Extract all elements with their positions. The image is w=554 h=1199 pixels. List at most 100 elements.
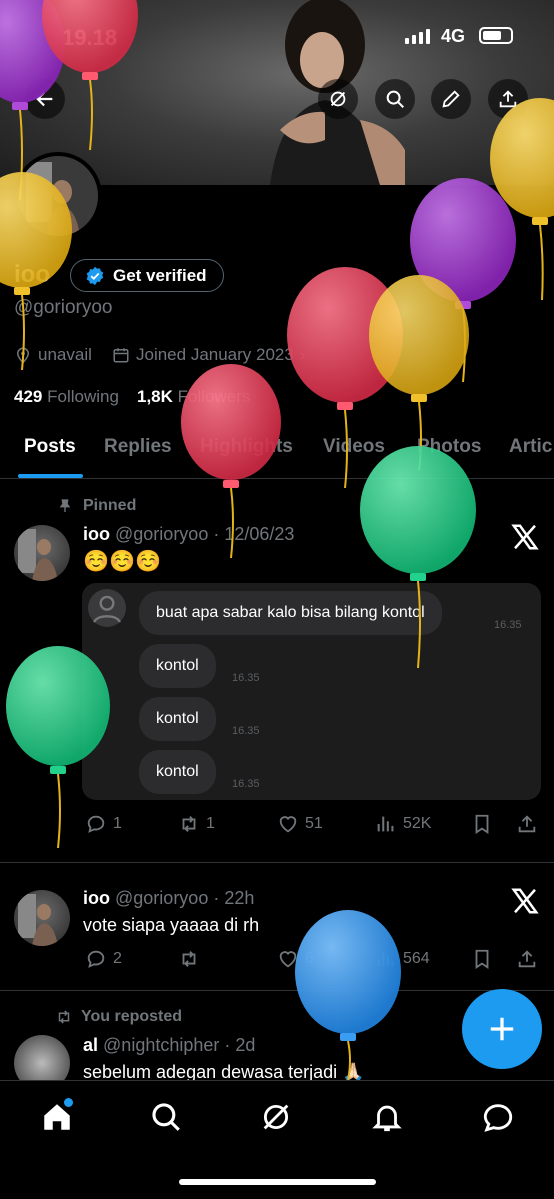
balloon-purple-right [410,178,516,383]
chat-screenshot-image[interactable]: buat apa sabar kalo bisa bilang kontol 1… [82,583,541,800]
bookmark-icon [475,949,489,969]
share-icon [499,90,517,108]
x-logo-icon[interactable] [510,522,540,552]
get-verified-button[interactable]: Get verified [70,259,224,292]
network-label: 4G [441,26,466,46]
x-logo-icon[interactable] [510,886,540,916]
pencil-icon [442,90,460,108]
tweet-dot: · [224,1035,231,1055]
repost-icon [182,816,196,832]
chat-bubble: buat apa sabar kalo bisa bilang kontol [139,591,442,635]
chat-avatar-icon [88,589,126,627]
chat-bubble: kontol [139,697,216,741]
reply-button[interactable]: 2 [85,948,122,970]
repost-button[interactable] [178,948,200,970]
share-button[interactable] [488,79,528,119]
bookmark-button[interactable] [471,948,493,970]
tweet-author-name[interactable]: ioo [83,888,110,908]
signal-icon [405,29,430,44]
chat-time: 16.35 [232,672,260,684]
repost-label: You reposted [81,1008,183,1025]
chat-bubble: kontol [139,750,216,794]
notification-dot [64,1098,73,1107]
like-count: 51 [305,815,323,832]
battery-icon [479,27,513,44]
grok-button[interactable] [318,79,358,119]
share-tweet-button[interactable] [516,813,538,835]
heart-icon [279,816,297,833]
nav-home[interactable] [40,1098,74,1134]
pinned-label: Pinned [83,497,137,514]
pinned-indicator: Pinned [57,497,136,515]
tweet-divider [0,862,554,863]
nav-messages[interactable] [481,1100,515,1134]
search-button[interactable] [375,79,415,119]
tweet-author-name[interactable]: al [83,1035,98,1055]
chat-time: 16.35 [232,778,260,790]
views-button[interactable]: 52K [375,813,431,835]
repost-button[interactable]: 1 [178,813,215,835]
location-icon [16,347,30,364]
status-time: 19.18 [62,25,118,50]
reply-icon [87,815,105,833]
calendar-icon [113,348,129,363]
back-button[interactable] [25,79,65,119]
tweet-divider [0,990,554,991]
compose-button[interactable] [462,989,542,1069]
like-button[interactable]: 51 [277,813,323,835]
profile-joined: Joined January 2023 › [112,345,306,365]
home-indicator [179,1179,376,1185]
tweet-author-handle[interactable]: @nightchipher [103,1035,219,1055]
views-icon [377,951,394,967]
tab-highlights[interactable]: Highlights [200,436,293,458]
tweet-header: al @nightchipher · 2d [83,1035,255,1056]
reply-button[interactable]: 1 [85,813,122,835]
tab-articles[interactable]: Artic [509,436,552,458]
reply-count: 2 [113,950,122,967]
tab-posts[interactable]: Posts [24,436,76,458]
bell-icon [372,1105,402,1132]
views-button[interactable]: 564 [375,948,430,970]
tweet-dot: · [213,888,220,908]
search-icon [152,1103,180,1131]
heart-icon [279,951,297,968]
tweet-dot: · [213,524,220,544]
chat-time: 16.35 [232,725,260,737]
nav-grok[interactable] [259,1100,293,1134]
chat-time: 16.35 [494,619,522,631]
nav-search[interactable] [149,1100,183,1134]
profile-avatar[interactable] [14,152,102,240]
bookmark-button[interactable] [471,813,493,835]
following-link[interactable]: 429 Following [14,387,119,407]
following-label: Following [47,387,119,406]
tweet-author-handle[interactable]: @gorioryoo [115,888,208,908]
views-count: 564 [403,950,430,967]
like-count: 6 [305,950,314,967]
tweet-avatar[interactable] [14,525,70,581]
chevron-right-icon: › [299,345,306,364]
bookmark-icon [475,814,489,834]
tweet-date[interactable]: 22h [224,888,254,908]
tab-replies[interactable]: Replies [104,436,172,458]
tweet-author-name[interactable]: ioo [83,524,110,544]
tab-videos[interactable]: Videos [323,436,385,458]
profile-handle: @gorioryoo [14,297,113,318]
tweet-author-handle[interactable]: @gorioryoo [115,524,208,544]
edit-button[interactable] [431,79,471,119]
tabs-divider [0,478,554,479]
repost-count: 1 [206,815,215,832]
nav-notifications[interactable] [370,1100,404,1134]
arrow-left-icon [36,91,53,107]
tweet-avatar[interactable] [14,890,70,946]
verified-badge-icon [86,266,104,285]
views-count: 52K [403,815,432,832]
tab-photos[interactable]: Photos [417,436,481,458]
tweet-date[interactable]: 12/06/23 [224,524,294,544]
share-tweet-button[interactable] [516,948,538,970]
tweet-date[interactable]: 2d [235,1035,255,1055]
like-button[interactable]: 6 [277,948,314,970]
followers-link[interactable]: 1,8K Followers [137,387,250,407]
views-icon [377,816,394,832]
repost-icon [58,1010,70,1024]
plus-icon [490,1017,514,1041]
